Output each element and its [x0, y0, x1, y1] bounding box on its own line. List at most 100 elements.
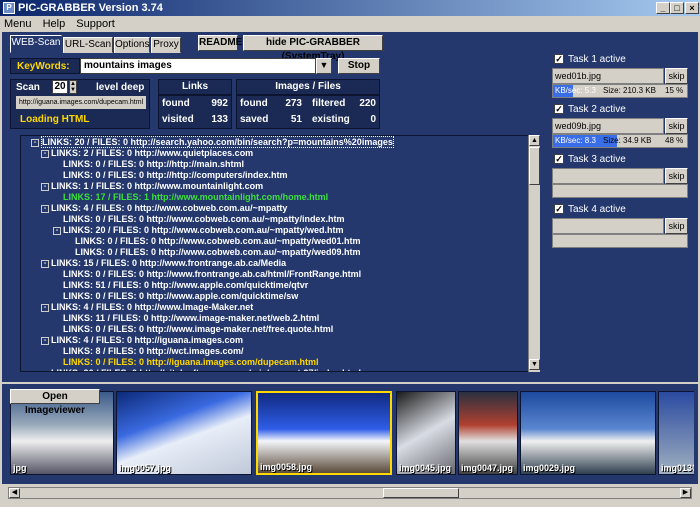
tab-url-scan[interactable]: URL-Scan [63, 37, 113, 53]
close-button[interactable]: × [685, 2, 699, 14]
tree-row[interactable]: LINKS: 0 / FILES: 0 http://http://main.s… [53, 159, 244, 170]
menu-support[interactable]: Support [72, 16, 119, 32]
thumbnail-scrollbar[interactable]: ◀ ▶ [8, 487, 692, 499]
arrow-down-icon: ▼ [70, 87, 76, 93]
minimize-button[interactable]: _ [656, 2, 670, 14]
thumbnail[interactable]: img0058.jpg [256, 391, 392, 475]
tree-row[interactable]: LINKS: 0 / FILES: 0 http://www.frontrang… [53, 269, 361, 280]
thumbnail[interactable]: img0057.jpg [116, 391, 252, 475]
tree-toggle-icon[interactable]: - [41, 303, 49, 312]
task-label: Task 2 active [568, 104, 626, 115]
thumbnail[interactable]: img0045.jpg [396, 391, 456, 475]
maximize-button[interactable]: □ [670, 2, 684, 14]
menu-help[interactable]: Help [39, 16, 70, 32]
tree-row[interactable]: LINKS: 0 / FILES: 0 http://www.cobweb.co… [53, 214, 344, 225]
tree-row[interactable]: LINKS: 11 / FILES: 0 http://www.image-ma… [53, 313, 319, 324]
tree-row[interactable]: LINKS: 26 / FILES: 0 http://vitalsoft.or… [41, 368, 361, 371]
tree-row[interactable]: - LINKS: 20 / FILES: 0 http://www.cobweb.… [53, 225, 343, 236]
skip-button[interactable]: skip [665, 168, 688, 184]
tree-row[interactable]: - LINKS: 4 / FILES: 0 http://iguana.image… [41, 335, 243, 346]
tree-row[interactable]: LINKS: 0 / FILES: 0 http://www.apple.com… [53, 291, 298, 302]
open-imageviewer-button[interactable]: Open Imageviewer [10, 389, 100, 416]
stop-button[interactable]: Stop [338, 58, 380, 74]
tree-row-text: LINKS: 11 / FILES: 0 http://www.image-ma… [63, 313, 320, 323]
scroll-right-button[interactable]: ▶ [680, 488, 691, 498]
scroll-down-button[interactable]: ▼ [529, 359, 540, 370]
tree-row[interactable]: LINKS: 0 / FILES: 0 http://http://comput… [53, 170, 288, 181]
keywords-input[interactable]: mountains images [80, 58, 316, 74]
task-speed: KB/sec: 5.3 [555, 86, 596, 95]
tree-row-text: LINKS: 17 / FILES: 1 http://www.mountain… [63, 192, 329, 202]
links-found-value: 992 [211, 98, 228, 109]
tree-row[interactable]: LINKS: 0 / FILES: 0 http://www.image-mak… [53, 324, 333, 335]
task-active-checkbox[interactable]: ✓ [554, 54, 564, 64]
tree-toggle-icon[interactable]: - [41, 336, 49, 345]
hide-systemtray-button[interactable]: hide PIC-GRABBER (SystemTray) [243, 35, 383, 62]
thumbnail[interactable]: img0047.jpg [458, 391, 518, 475]
tree-row[interactable]: - LINKS: 15 / FILES: 0 http://www.frontra… [41, 258, 286, 269]
links-visited-label: visited [162, 114, 194, 125]
tree-toggle-icon[interactable]: - [41, 149, 49, 158]
tree-row[interactable]: - LINKS: 1 / FILES: 0 http://www.mountain… [41, 181, 263, 192]
task-3: ✓ Task 3 active skip [550, 154, 690, 200]
scan-depth-input[interactable]: 20 [52, 80, 68, 94]
thumbnail-caption: img0058.jpg [260, 462, 313, 472]
tree-row[interactable]: LINKS: 17 / FILES: 1 http://www.mountain… [53, 192, 328, 203]
thumbnail[interactable]: img0029.jpg [520, 391, 656, 475]
tree-row[interactable]: - LINKS: 20 / FILES: 0 http://search.yaho… [31, 136, 394, 148]
tree-toggle-icon[interactable]: - [41, 259, 49, 268]
scroll-left-button[interactable]: ◀ [9, 488, 20, 498]
menu-menu[interactable]: Menu [0, 16, 36, 32]
scroll-up-button[interactable]: ▲ [529, 135, 540, 146]
task-4: ✓ Task 4 active skip [550, 204, 690, 250]
depth-spinner[interactable]: ▲ ▼ [69, 80, 77, 94]
tree-row[interactable]: - LINKS: 4 / FILES: 0 http://www.cobweb.c… [41, 203, 287, 214]
task-size: Size: 210.3 KB [603, 86, 656, 95]
current-url-field: http://iguana.images.com/dupecam.html [16, 96, 146, 109]
tab-options[interactable]: Options [114, 37, 150, 53]
tree-toggle-icon[interactable]: - [41, 182, 49, 191]
tree-row-text: LINKS: 0 / FILES: 0 http://www.image-mak… [63, 324, 334, 334]
tree-scrollbar[interactable]: ▲ ▼ [528, 135, 540, 372]
keywords-dropdown-button[interactable]: ▼ [316, 58, 332, 74]
thumbnail-caption: img0057.jpg [119, 463, 172, 473]
task-active-checkbox[interactable]: ✓ [554, 204, 564, 214]
readme-button[interactable]: README [198, 35, 242, 51]
skip-button[interactable]: skip [665, 68, 688, 84]
thumbnail-scroll-thumb[interactable] [383, 488, 459, 498]
images-existing-value: 0 [370, 114, 376, 125]
tree-row[interactable]: LINKS: 8 / FILES: 0 http://wct.images.co… [53, 346, 244, 357]
thumbnail-caption: jpg [13, 463, 27, 473]
task-active-checkbox[interactable]: ✓ [554, 104, 564, 114]
tree-row[interactable]: - LINKS: 2 / FILES: 0 http://www.quietpla… [41, 148, 253, 159]
tree-toggle-icon[interactable]: - [53, 226, 61, 235]
tree-row[interactable]: LINKS: 0 / FILES: 0 http://iguana.images… [53, 357, 319, 368]
task-progress-bar: KB/sec: 5.3 Size: 210.3 KB 15 % [552, 84, 688, 98]
tree-row[interactable]: LINKS: 51 / FILES: 0 http://www.apple.co… [53, 280, 308, 291]
skip-button[interactable]: skip [665, 218, 688, 234]
tree-row[interactable]: - LINKS: 4 / FILES: 0 http://www.Image-Ma… [41, 302, 253, 313]
thumbnail[interactable]: img0130 [658, 391, 694, 475]
image-strip: Open Imageviewer jpg img0057.jpg img0058.j… [2, 384, 698, 484]
keywords-label: KeyWords: [10, 58, 80, 74]
tree-row[interactable]: LINKS: 0 / FILES: 0 http://www.cobweb.co… [65, 236, 360, 247]
thumbnail-caption: img0130 [661, 463, 694, 473]
task-active-checkbox[interactable]: ✓ [554, 154, 564, 164]
images-saved-value: 51 [290, 114, 302, 125]
status-text: Loading HTML [20, 114, 90, 125]
tab-web-scan[interactable]: WEB-Scan [10, 35, 62, 53]
tree-row[interactable]: LINKS: 0 / FILES: 0 http://www.cobweb.co… [65, 247, 360, 258]
tree-scroll-thumb[interactable] [529, 147, 540, 185]
tree-row-text: LINKS: 0 / FILES: 0 http://www.frontrang… [63, 269, 362, 279]
task-file-name [552, 168, 664, 184]
task-percent: 15 % [665, 86, 684, 95]
tab-proxy[interactable]: Proxy [151, 37, 181, 53]
window-title: PIC-GRABBER Version 3.74 [18, 2, 163, 14]
thumbnail-strip: jpg img0057.jpg img0058.jpg img0045.jpg img0… [10, 391, 694, 477]
tree-toggle-icon[interactable]: - [31, 138, 39, 147]
skip-button[interactable]: skip [665, 118, 688, 134]
scan-label: Scan [16, 82, 40, 93]
link-tree[interactable]: - LINKS: 20 / FILES: 0 http://search.yaho… [20, 135, 530, 372]
task-label: Task 4 active [568, 204, 626, 215]
tree-toggle-icon[interactable]: - [41, 204, 49, 213]
